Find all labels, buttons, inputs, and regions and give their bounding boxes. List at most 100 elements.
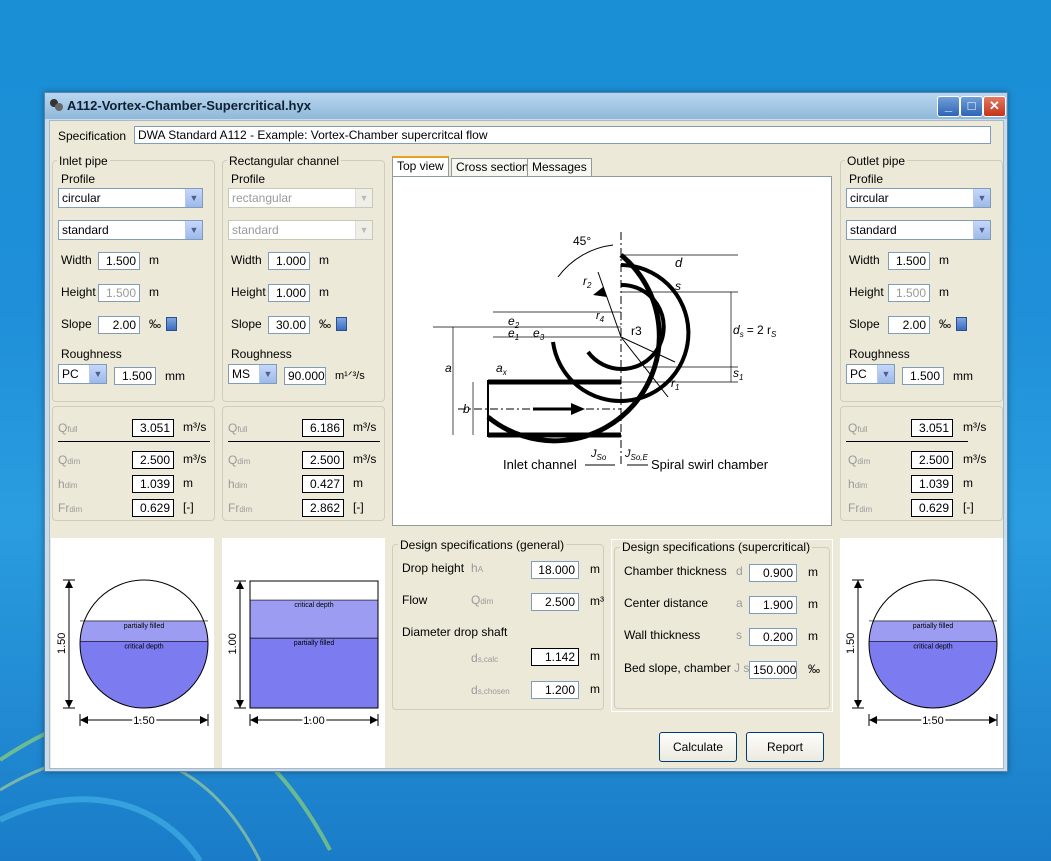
inlet-roughness-type-select[interactable]: PC ▼ (58, 364, 107, 384)
channel-height-label: Height (231, 285, 266, 299)
height-dimension-label: 1.00 (227, 633, 239, 654)
arrow-down-icon (65, 700, 73, 708)
b-label: b (463, 402, 470, 416)
outlet-roughness-type-select[interactable]: PC ▼ (846, 364, 895, 384)
channel-hdim-unit: m (353, 476, 363, 490)
arrow-up-icon (236, 581, 244, 589)
critical-depth-label: critical depth (294, 602, 333, 609)
inlet-width-input[interactable]: 1.500 (98, 252, 140, 270)
minimize-icon: _ (944, 98, 953, 113)
flow-input[interactable]: 2.500 (531, 593, 579, 611)
chevron-down-icon: ▼ (259, 365, 276, 383)
ds-chosen-unit: m (590, 682, 600, 696)
chevron-down-icon: ▼ (355, 221, 372, 239)
inlet-qfull-value: 3.051 (132, 419, 174, 437)
outlet-profile-select[interactable]: circular ▼ (846, 188, 991, 208)
inlet-channel-label: Inlet channel (503, 457, 577, 472)
calculator-icon[interactable] (166, 317, 177, 331)
window-title: A112-Vortex-Chamber-Supercritical.hyx (67, 98, 311, 113)
tab-messages[interactable]: Messages (527, 158, 592, 176)
inlet-width-label: Width (61, 253, 92, 267)
arrow-left-icon (869, 716, 877, 724)
ds-chosen-input[interactable]: 1.200 (531, 681, 579, 699)
specification-label: Specification (58, 129, 127, 143)
inlet-type-select[interactable]: standard ▼ (58, 220, 203, 240)
specification-input[interactable]: DWA Standard A112 - Example: Vortex-Cham… (134, 126, 991, 144)
application-window: A112-Vortex-Chamber-Supercritical.hyx _ … (44, 92, 1008, 772)
channel-width-input[interactable]: 1.000 (268, 252, 310, 270)
app-icon (50, 99, 63, 111)
height-dimension-label: 1.50 (56, 633, 68, 654)
chevron-down-icon: ▼ (355, 189, 372, 207)
a-label: a (445, 361, 452, 375)
outlet-hdim-value: 1.039 (911, 475, 953, 493)
channel-type-select[interactable]: standard ▼ (228, 220, 373, 240)
maximize-button[interactable]: □ (960, 96, 983, 117)
channel-frdim-unit: [-] (353, 500, 364, 514)
outlet-hdim-unit: m (963, 476, 973, 490)
outlet-type-select[interactable]: standard ▼ (846, 220, 991, 240)
spiral-chamber-label: Spiral swirl chamber (651, 457, 769, 472)
inlet-height-input[interactable]: 1.500 (98, 284, 140, 302)
angle-label: 45° (573, 234, 591, 248)
bed-slope-input[interactable]: 150.000 (749, 661, 797, 679)
outlet-roughness-type-value: PC (850, 367, 867, 381)
channel-roughness-input[interactable]: 90.000 (284, 367, 326, 385)
flow-unit: m³ (590, 594, 604, 608)
design-general-title: Design specifications (general) (398, 538, 567, 552)
inlet-hdim-label: hdim (58, 477, 78, 491)
channel-slope-unit: ‰ (319, 317, 331, 331)
outlet-cross-section: partially filled critical depth 1.50 1.50 (840, 538, 1003, 768)
outlet-slope-label: Slope (849, 317, 880, 331)
inlet-cross-section-drawing: partially filled critical depth 1.50 1.50 (56, 579, 209, 729)
center-distance-input[interactable]: 1.900 (749, 596, 797, 614)
chamber-thickness-input[interactable]: 0.900 (749, 564, 797, 582)
channel-profile-select[interactable]: rectangular ▼ (228, 188, 373, 208)
arrow-down-icon (236, 700, 244, 708)
outlet-roughness-input[interactable]: 1.500 (902, 367, 944, 385)
close-button[interactable]: ✕ (983, 96, 1006, 117)
calculator-icon[interactable] (336, 317, 347, 331)
tab-top-view[interactable]: Top view (392, 156, 449, 176)
drop-height-input[interactable]: 18.000 (531, 561, 579, 579)
outlet-height-input[interactable]: 1.500 (888, 284, 930, 302)
inlet-profile-select[interactable]: circular ▼ (58, 188, 203, 208)
outlet-height-label: Height (849, 285, 884, 299)
drop-height-symbol: hA (471, 561, 484, 575)
inlet-pipe-title: Inlet pipe (57, 154, 110, 168)
vortex-chamber-diagram: 45° d s ds = 2 rS s1 r1 r2 r3 r4 e2 e1 e3… (433, 232, 777, 472)
minimize-button[interactable]: _ (937, 96, 960, 117)
inlet-slope-input[interactable]: 2.00 (98, 316, 140, 334)
tab-cross-section[interactable]: Cross section (451, 158, 534, 176)
arrow-left-icon (80, 716, 88, 724)
outlet-width-input[interactable]: 1.500 (888, 252, 930, 270)
inlet-roughness-input[interactable]: 1.500 (114, 367, 156, 385)
inlet-height-label: Height (61, 285, 96, 299)
outlet-width-unit: m (939, 253, 949, 267)
center-distance-label: Center distance (624, 596, 709, 610)
outlet-slope-input[interactable]: 2.00 (888, 316, 930, 334)
channel-roughness-type-select[interactable]: MS ▼ (228, 364, 277, 384)
report-button[interactable]: Report (746, 732, 824, 762)
wall-thickness-input[interactable]: 0.200 (749, 628, 797, 646)
outlet-qdim-unit: m³/s (963, 452, 987, 466)
r3-label: r3 (631, 324, 642, 338)
calculator-icon[interactable] (956, 317, 967, 331)
inlet-slope-label: Slope (61, 317, 92, 331)
calculate-button[interactable]: Calculate (659, 732, 737, 762)
channel-roughness-label: Roughness (231, 347, 292, 361)
r2-label: r2 (583, 274, 592, 290)
channel-type-value: standard (232, 223, 279, 237)
inlet-type-value: standard (62, 223, 109, 237)
channel-slope-input[interactable]: 30.00 (268, 316, 310, 334)
inlet-roughness-unit: mm (165, 369, 185, 383)
channel-qfull-unit: m³/s (353, 420, 377, 434)
inlet-hdim-unit: m (183, 476, 193, 490)
chevron-down-icon: ▼ (185, 189, 202, 207)
ds-calc-unit: m (590, 649, 600, 663)
channel-height-input[interactable]: 1.000 (268, 284, 310, 302)
outlet-qfull-unit: m³/s (963, 420, 987, 434)
outlet-pipe-title: Outlet pipe (845, 154, 908, 168)
wall-thickness-label: Wall thickness (624, 628, 701, 642)
tab-control: Top view Cross section Messages 45° d s … (392, 156, 832, 528)
